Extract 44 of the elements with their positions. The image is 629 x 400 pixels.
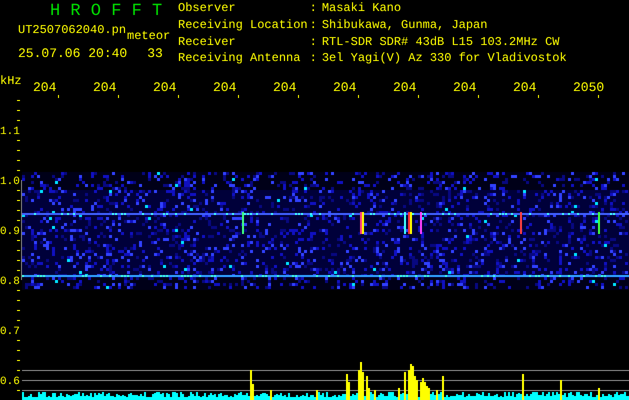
info-value: RTL-SDR SDR# 43dB L15 103.2MHz CW [322,34,560,48]
axis-label: 204 [453,80,476,95]
axis-label: 0.6 [0,376,20,388]
axis-label: 204 [273,80,296,95]
axis-label: 0.8 [0,276,20,288]
axis-label: 204 [333,80,356,95]
info-value: Masaki Kano [322,1,402,15]
axis-label: 204 [513,80,536,95]
axis-label: 0.7 [0,326,20,338]
tick-mark [178,95,179,98]
info-label: Receiving Antenna [178,51,300,66]
tick-mark [58,95,59,98]
meteor-count: 33 [147,46,163,62]
axis-label: 204 [153,80,176,95]
axis-label: 2050 [573,80,604,95]
axis-label: 204 [33,80,56,95]
tick-mark [538,95,539,98]
tick-mark [238,95,239,98]
info-value: Shibukawa, Gunma, Japan [322,18,488,32]
info-label: Receiving Location [178,18,308,32]
tick-mark [298,95,299,98]
tick-mark [358,95,359,98]
tick-mark [418,95,419,98]
info-separator: : [310,1,317,15]
info-separator: : [310,34,317,48]
axis-label: 204 [393,80,416,95]
info-label: Observer [178,1,236,15]
file-name: UT2507062040.pn [18,22,126,38]
axis-label: 1.1 [0,126,20,138]
axis-label: 0.9 [0,226,20,238]
axis-label: 204 [93,80,116,95]
unit-label: kHz [0,74,22,88]
timestamp: 25.07.06 20:40 [18,46,128,62]
tick-mark [598,95,599,98]
tick-mark [118,95,119,98]
tick-mark [478,95,479,98]
axis-label: 204 [213,80,236,95]
axis-label: 1.0 [0,176,20,188]
info-separator: : [310,51,317,66]
app-logo: H R O F F T [49,3,164,20]
info-separator: : [310,18,317,32]
info-value: 3el Yagi(V) Az 330 for Vladivostok [322,51,567,66]
mode-label: meteor [127,28,170,44]
info-label: Receiver [178,34,236,48]
